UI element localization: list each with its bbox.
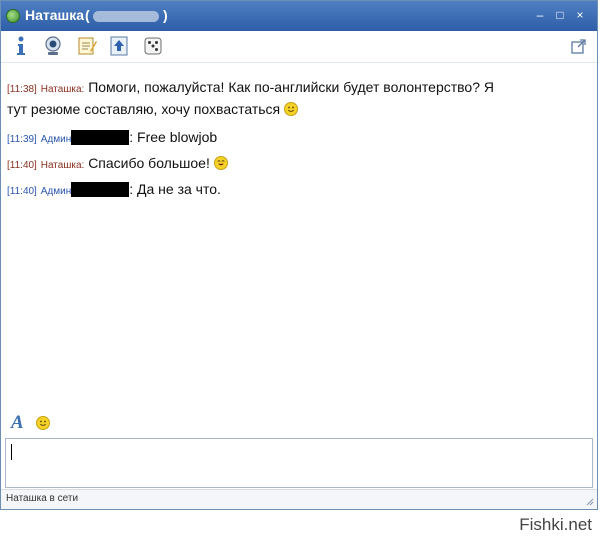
status-bar: Наташка в сети bbox=[1, 489, 597, 509]
status-text: Наташка в сети bbox=[6, 493, 79, 504]
timestamp: [11:40] bbox=[7, 186, 37, 197]
close-button[interactable]: × bbox=[573, 8, 587, 22]
title-bar[interactable]: Наташка ( ) – □ × bbox=[1, 1, 597, 31]
chat-toolbar bbox=[1, 31, 597, 63]
message-history[interactable]: [11:38] Наташка: Помоги, пожалуйста! Как… bbox=[3, 67, 595, 407]
webcam-icon bbox=[45, 36, 61, 55]
webcam-button[interactable] bbox=[41, 34, 65, 58]
info-button[interactable] bbox=[9, 34, 33, 58]
notes-icon bbox=[78, 37, 97, 55]
timestamp: [11:40] bbox=[7, 160, 37, 171]
title-paren-open: ( bbox=[85, 7, 90, 23]
blurred-contact-id bbox=[93, 11, 159, 22]
message-4: [11:40] Админ: Да не за что. bbox=[7, 181, 221, 197]
status-online-icon bbox=[6, 9, 20, 23]
minimize-button[interactable]: – bbox=[533, 8, 547, 22]
timestamp: [11:39] bbox=[7, 134, 37, 145]
chat-window: Наташка ( ) – □ × [11:38] Наташка: Помог… bbox=[0, 0, 598, 510]
dice-icon bbox=[144, 37, 162, 55]
nick-colon: : bbox=[129, 129, 134, 145]
sender-nick: Наташка: bbox=[40, 84, 85, 95]
info-icon bbox=[17, 36, 25, 55]
nick-colon: : bbox=[129, 181, 134, 197]
emoticon-button[interactable] bbox=[36, 416, 50, 430]
sender-nick: Админ bbox=[40, 134, 72, 145]
font-button[interactable]: A bbox=[11, 412, 24, 434]
message-text: Free blowjob bbox=[137, 129, 218, 145]
resize-grip-icon[interactable] bbox=[584, 496, 594, 506]
smile-icon bbox=[39, 420, 47, 426]
message-text: Да не за что. bbox=[137, 181, 221, 197]
message-text: тут резюме составляю, хочу похвастаться bbox=[7, 101, 281, 117]
timestamp: [11:38] bbox=[7, 84, 37, 95]
maximize-button[interactable]: □ bbox=[553, 8, 567, 22]
input-toolbar: A bbox=[1, 409, 597, 437]
smile-icon bbox=[284, 102, 299, 116]
watermark: Fishki.net bbox=[519, 515, 592, 534]
sender-nick: Наташка: bbox=[40, 160, 85, 171]
redacted-name bbox=[71, 130, 130, 145]
text-caret bbox=[11, 444, 12, 460]
title-paren-close: ) bbox=[163, 7, 168, 23]
message-3: [11:40] Наташка: Спасибо большое! bbox=[7, 155, 228, 171]
message-text: Помоги, пожалуйста! Как по-английски буд… bbox=[88, 79, 495, 95]
message-text: Спасибо большое! bbox=[88, 155, 210, 171]
popout-icon bbox=[571, 39, 586, 54]
send-file-button[interactable] bbox=[107, 34, 131, 58]
message-1-continued: тут резюме составляю, хочу похвастаться bbox=[7, 101, 299, 117]
window-title: Наташка bbox=[25, 7, 85, 23]
redacted-name bbox=[71, 182, 130, 197]
message-2: [11:39] Админ: Free blowjob bbox=[7, 129, 217, 145]
grin-icon bbox=[213, 156, 228, 170]
notes-button[interactable] bbox=[75, 34, 99, 58]
sender-nick: Админ bbox=[40, 186, 72, 197]
dice-button[interactable] bbox=[141, 34, 165, 58]
message-input[interactable] bbox=[5, 438, 593, 488]
upload-icon bbox=[110, 36, 128, 56]
message-1: [11:38] Наташка: Помоги, пожалуйста! Как… bbox=[7, 79, 494, 95]
popout-button[interactable] bbox=[567, 34, 591, 58]
